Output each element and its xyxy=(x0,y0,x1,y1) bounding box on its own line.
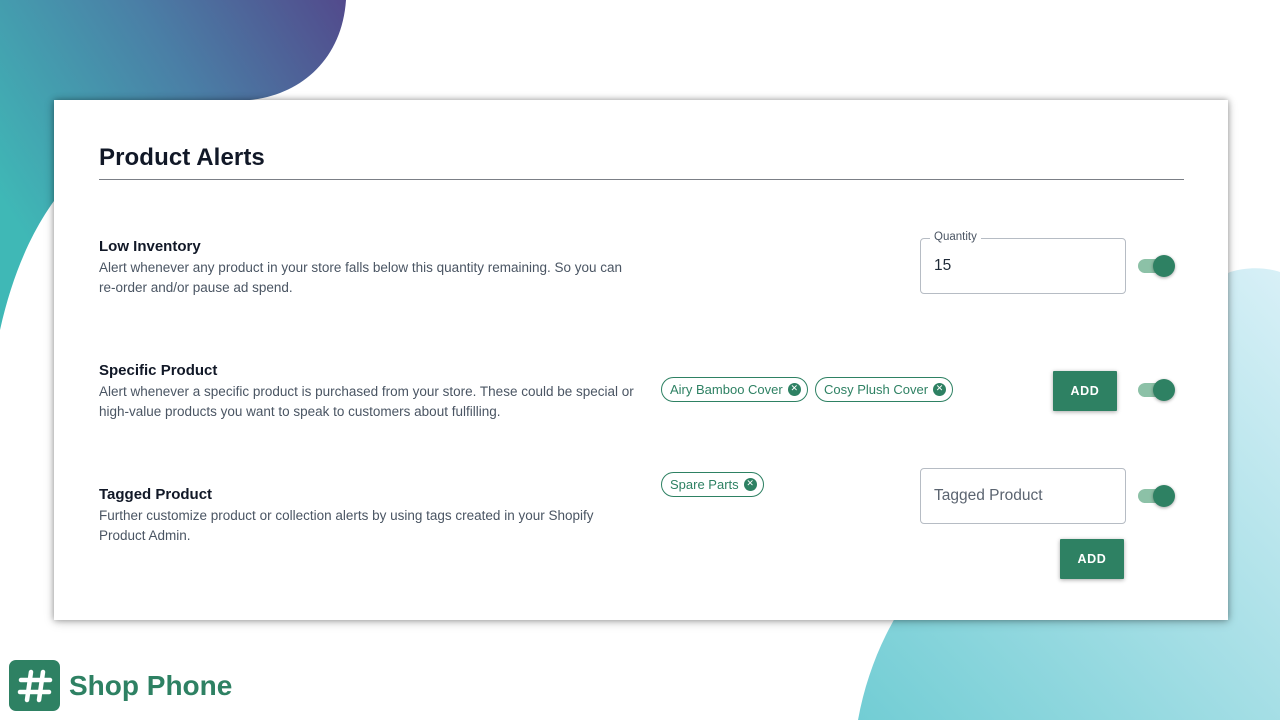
chip-remove-icon[interactable]: ✕ xyxy=(933,383,947,396)
specific-product-description: Alert whenever a specific product is pur… xyxy=(99,384,634,419)
low-inventory-toggle[interactable] xyxy=(1136,254,1176,278)
chip-remove-icon[interactable]: ✕ xyxy=(787,383,801,396)
tagged-product-field xyxy=(920,468,1126,524)
brand-name: Shop Phone xyxy=(69,669,233,701)
tagged-product-title: Tagged Product xyxy=(99,486,213,503)
product-alerts-card: Product Alerts Low Inventory Alert whene… xyxy=(54,100,1228,620)
toggle-thumb xyxy=(1153,255,1175,277)
product-chip: Airy Bamboo Cover ✕ xyxy=(661,377,808,402)
low-inventory-title: Low Inventory xyxy=(99,238,201,255)
brand-logo-lockup: Shop Phone xyxy=(9,660,232,711)
chip-remove-icon[interactable]: ✕ xyxy=(743,478,757,491)
product-chip: Cosy Plush Cover ✕ xyxy=(815,377,954,402)
add-tagged-product-button[interactable]: ADD xyxy=(1060,539,1124,579)
add-specific-product-button[interactable]: ADD xyxy=(1053,371,1117,411)
toggle-thumb xyxy=(1153,485,1175,507)
tagged-product-input[interactable] xyxy=(934,469,1114,523)
specific-product-title: Specific Product xyxy=(99,362,218,379)
quantity-input[interactable] xyxy=(934,239,1114,293)
low-inventory-description: Alert whenever any product in your store… xyxy=(99,260,623,295)
page-title: Product Alerts xyxy=(99,144,265,171)
hash-icon xyxy=(9,660,60,711)
toggle-thumb xyxy=(1153,379,1175,401)
tagged-product-toggle[interactable] xyxy=(1136,484,1176,508)
chip-label: Airy Bamboo Cover xyxy=(670,382,783,397)
chip-label: Cosy Plush Cover xyxy=(824,382,929,397)
specific-product-toggle[interactable] xyxy=(1136,378,1176,402)
title-divider xyxy=(99,179,1184,180)
chip-label: Spare Parts xyxy=(670,477,739,492)
tagged-product-description: Further customize product or collection … xyxy=(99,508,594,543)
quantity-field: Quantity xyxy=(920,231,1126,294)
tag-chip: Spare Parts ✕ xyxy=(661,472,764,497)
